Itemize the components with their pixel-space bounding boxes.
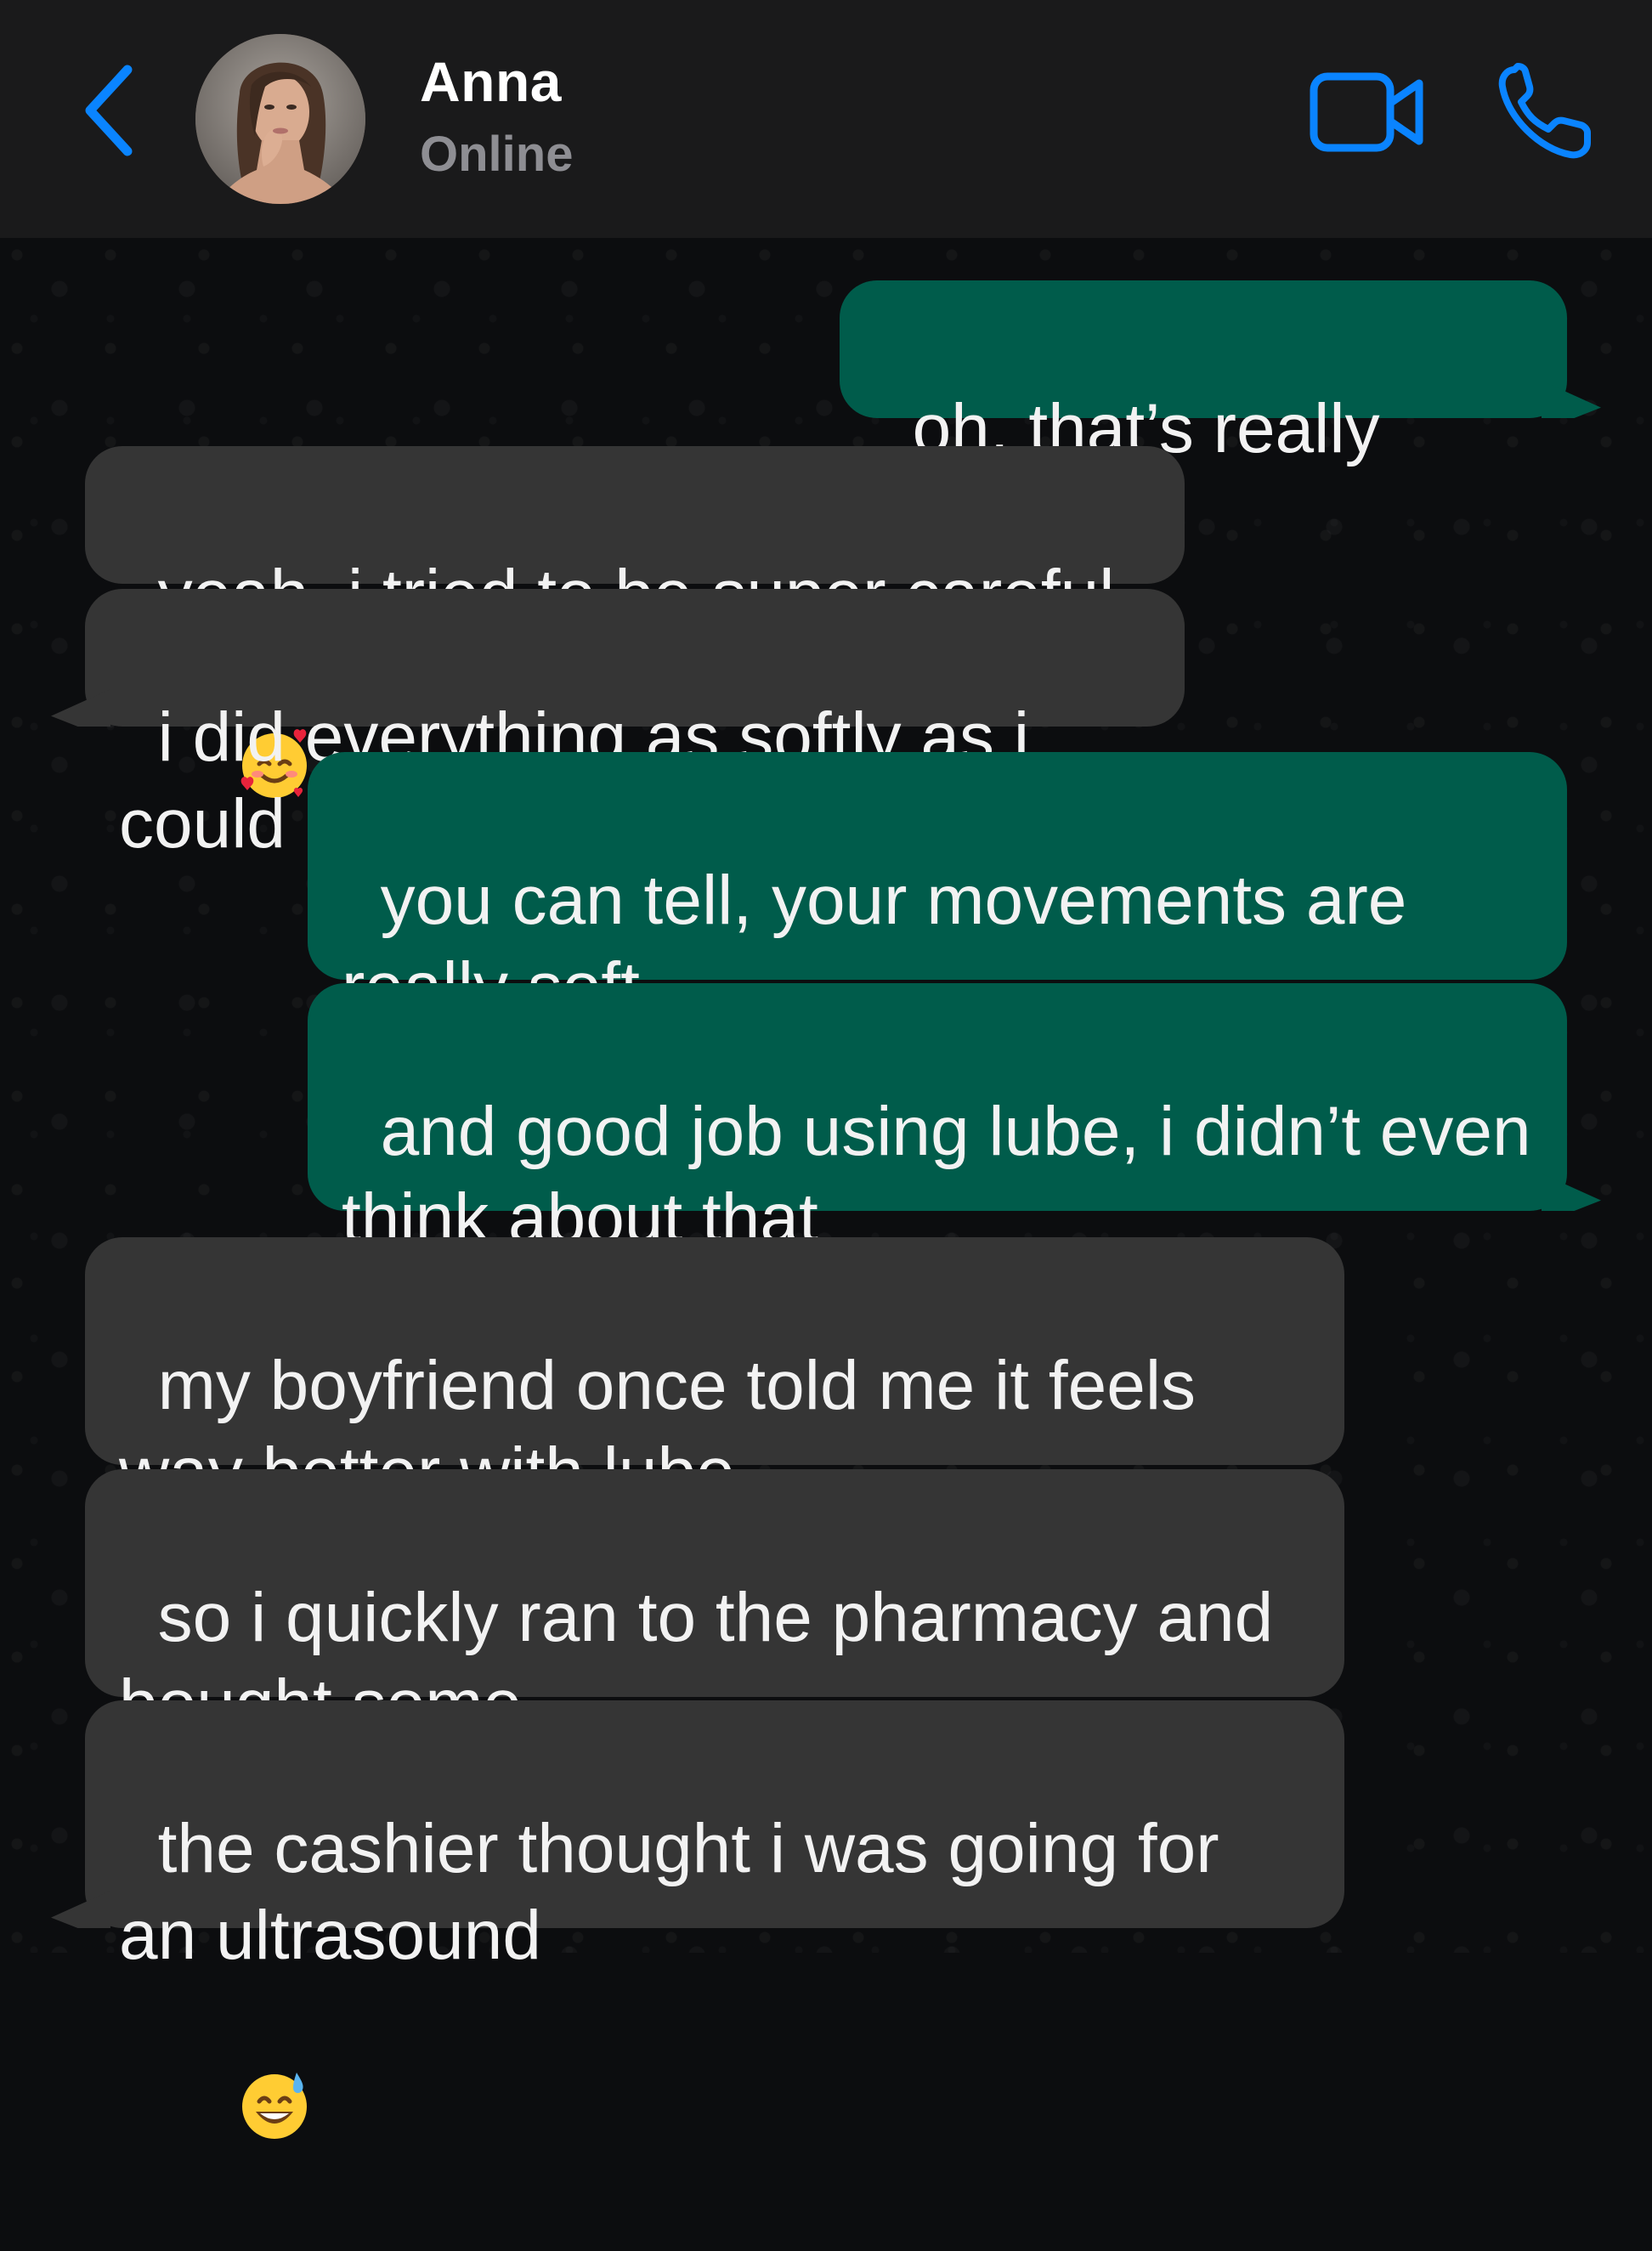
message-outgoing[interactable]: you can tell, your movements are really … (308, 752, 1567, 1026)
message-incoming[interactable]: so i quickly ran to the pharmacy and bou… (85, 1469, 1344, 1743)
contact-name[interactable]: Anna (420, 49, 562, 114)
phone-icon[interactable] (1496, 63, 1594, 161)
message-incoming[interactable]: yeah, i tried to be super careful (85, 446, 1185, 798)
grinning-face-with-sweat-icon (158, 1979, 314, 2251)
chat-header: Anna Online (0, 0, 1652, 238)
message-incoming[interactable]: i did everything as softly as i could (85, 589, 1185, 863)
avatar-photo (195, 34, 365, 204)
avatar[interactable] (195, 34, 365, 204)
contact-status: Online (420, 127, 574, 182)
message-incoming[interactable]: my boyfriend once told me it feels way b… (85, 1237, 1344, 1511)
message-outgoing[interactable]: and good job using lube, i didn’t even t… (308, 983, 1567, 1257)
message-outgoing[interactable]: oh, that’s really gentle (840, 280, 1567, 554)
message-incoming[interactable]: the cashier thought i was going for an u… (85, 1700, 1344, 2139)
video-call-icon[interactable] (1309, 70, 1428, 155)
back-chevron-icon[interactable] (75, 59, 151, 161)
